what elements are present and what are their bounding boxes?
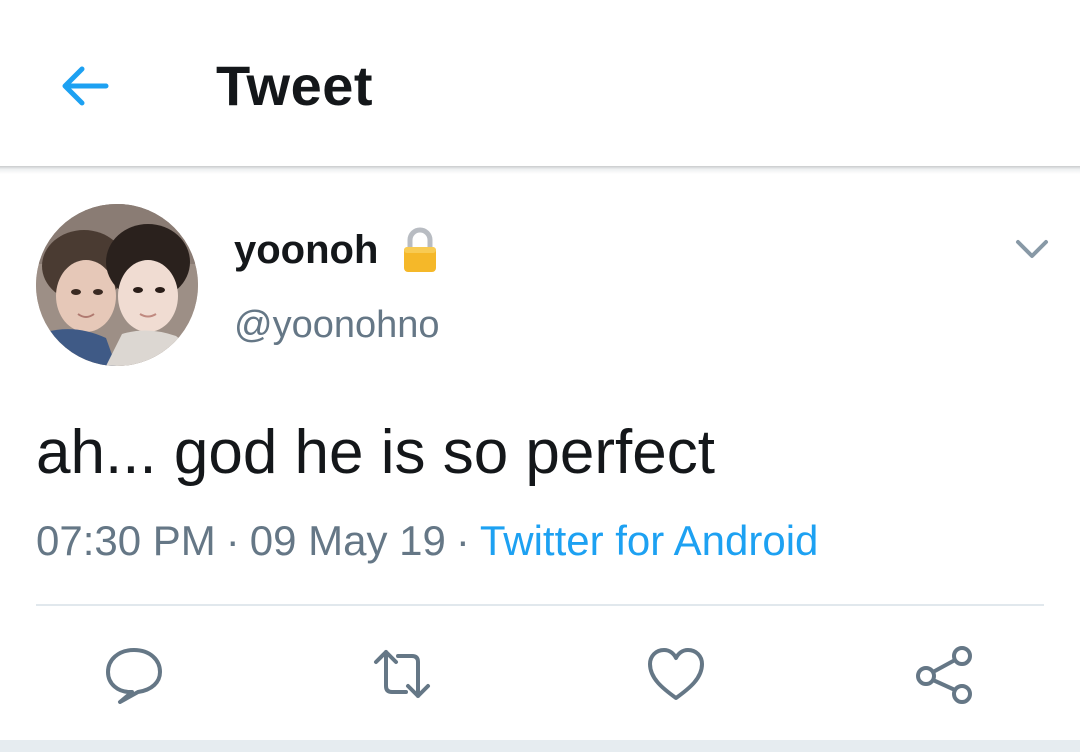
top-app-bar: Tweet	[0, 0, 1080, 166]
tweet-text: ah... god he is so perfect	[36, 418, 715, 487]
chevron-down-icon[interactable]	[1010, 232, 1054, 268]
back-button[interactable]	[52, 58, 116, 114]
share-icon	[916, 646, 972, 704]
tweet-source-link[interactable]: Twitter for Android	[480, 517, 818, 564]
bottom-divider	[0, 740, 1080, 752]
tweet-date: 09 May 19	[249, 517, 446, 564]
separator: ·	[455, 517, 470, 564]
tweet-metadata: 07:30 PM · 09 May 19 · Twitter for Android	[36, 516, 818, 566]
like-button[interactable]	[644, 642, 708, 706]
heart-icon	[648, 648, 704, 700]
separator: ·	[225, 517, 240, 564]
divider	[36, 604, 1044, 606]
retweet-button[interactable]	[370, 642, 434, 706]
share-button[interactable]	[912, 642, 976, 706]
arrow-left-icon	[62, 66, 109, 106]
avatar[interactable]	[36, 204, 198, 366]
retweet-icon	[374, 650, 430, 698]
page-title: Tweet	[216, 54, 374, 117]
avatar-photo	[36, 204, 198, 366]
reply-button[interactable]	[102, 642, 166, 706]
header-shadow	[0, 166, 1080, 174]
tweet-time: 07:30 PM	[36, 517, 216, 564]
user-handle[interactable]: @yoonohno	[234, 302, 440, 348]
comment-icon	[106, 648, 162, 704]
lock-icon	[404, 227, 436, 272]
display-name[interactable]: yoonoh	[234, 226, 378, 274]
